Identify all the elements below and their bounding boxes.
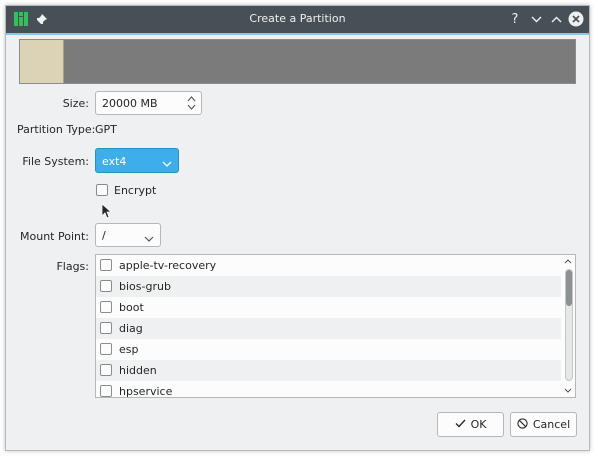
- cancel-icon: [517, 417, 528, 432]
- checkmark-icon: [455, 418, 466, 431]
- close-icon[interactable]: [567, 10, 584, 28]
- partition-type-value: GPT: [95, 123, 117, 136]
- ok-label: OK: [470, 418, 487, 431]
- spin-arrows-icon[interactable]: [187, 95, 196, 114]
- flag-checkbox[interactable]: [100, 322, 112, 334]
- title-bar[interactable]: Create a Partition ?: [6, 6, 589, 33]
- window-title: Create a Partition: [249, 12, 346, 25]
- list-item[interactable]: boot: [96, 297, 561, 318]
- list-item[interactable]: esp: [96, 339, 561, 360]
- cancel-label: Cancel: [532, 418, 571, 431]
- list-item[interactable]: bios-grub: [96, 276, 561, 297]
- size-label: Size:: [62, 97, 89, 110]
- encrypt-checkbox[interactable]: [96, 184, 108, 196]
- list-item[interactable]: hpservice: [96, 381, 561, 398]
- flag-label: diag: [119, 322, 143, 335]
- flag-checkbox[interactable]: [100, 280, 112, 292]
- chevron-down-icon: [144, 232, 154, 245]
- minimize-icon[interactable]: [528, 10, 544, 28]
- size-spinbox[interactable]: 20000 MB: [95, 91, 202, 115]
- flag-label: bios-grub: [119, 280, 171, 293]
- dialog-window: Create a Partition ? Size: 20000 MB Part…: [5, 5, 590, 451]
- encrypt-label[interactable]: Encrypt: [114, 184, 156, 197]
- mount-point-combobox[interactable]: /: [95, 223, 161, 247]
- mount-point-value: /: [102, 229, 106, 242]
- scrollbar-thumb[interactable]: [566, 270, 572, 306]
- flag-label: esp: [119, 343, 139, 356]
- partition-type-label: Partition Type:: [17, 123, 96, 136]
- flag-checkbox[interactable]: [100, 301, 112, 313]
- flag-checkbox[interactable]: [100, 385, 112, 397]
- flag-checkbox[interactable]: [100, 259, 112, 271]
- flag-checkbox[interactable]: [100, 343, 112, 355]
- list-item[interactable]: apple-tv-recovery: [96, 255, 561, 276]
- flags-label: Flags:: [56, 260, 89, 273]
- cancel-button[interactable]: Cancel: [510, 412, 577, 437]
- scroll-up-icon[interactable]: [564, 257, 572, 266]
- chevron-down-icon: [162, 157, 172, 170]
- flags-scrollbar[interactable]: [565, 269, 573, 381]
- filesystem-value: ext4: [102, 155, 127, 168]
- list-item[interactable]: diag: [96, 318, 561, 339]
- flags-list[interactable]: apple-tv-recovery bios-grub boot diag es…: [95, 254, 576, 398]
- mount-point-label: Mount Point:: [20, 230, 89, 243]
- help-icon[interactable]: ?: [507, 10, 523, 28]
- flag-label: boot: [119, 301, 144, 314]
- title-accent-line: [6, 33, 589, 35]
- ok-button[interactable]: OK: [437, 412, 504, 437]
- filesystem-combobox[interactable]: ext4: [95, 148, 179, 173]
- size-value: 20000 MB: [102, 97, 158, 110]
- flag-label: hpservice: [119, 385, 173, 398]
- flag-label: apple-tv-recovery: [119, 259, 217, 272]
- partition-bar[interactable]: [19, 39, 576, 84]
- new-partition-segment[interactable]: [20, 40, 64, 83]
- scroll-down-icon[interactable]: [564, 386, 572, 395]
- maximize-icon[interactable]: [548, 10, 564, 28]
- mouse-cursor-icon: [101, 203, 113, 222]
- filesystem-label: File System:: [22, 155, 89, 168]
- flag-checkbox[interactable]: [100, 364, 112, 376]
- list-item[interactable]: hidden: [96, 360, 561, 381]
- flag-label: hidden: [119, 364, 157, 377]
